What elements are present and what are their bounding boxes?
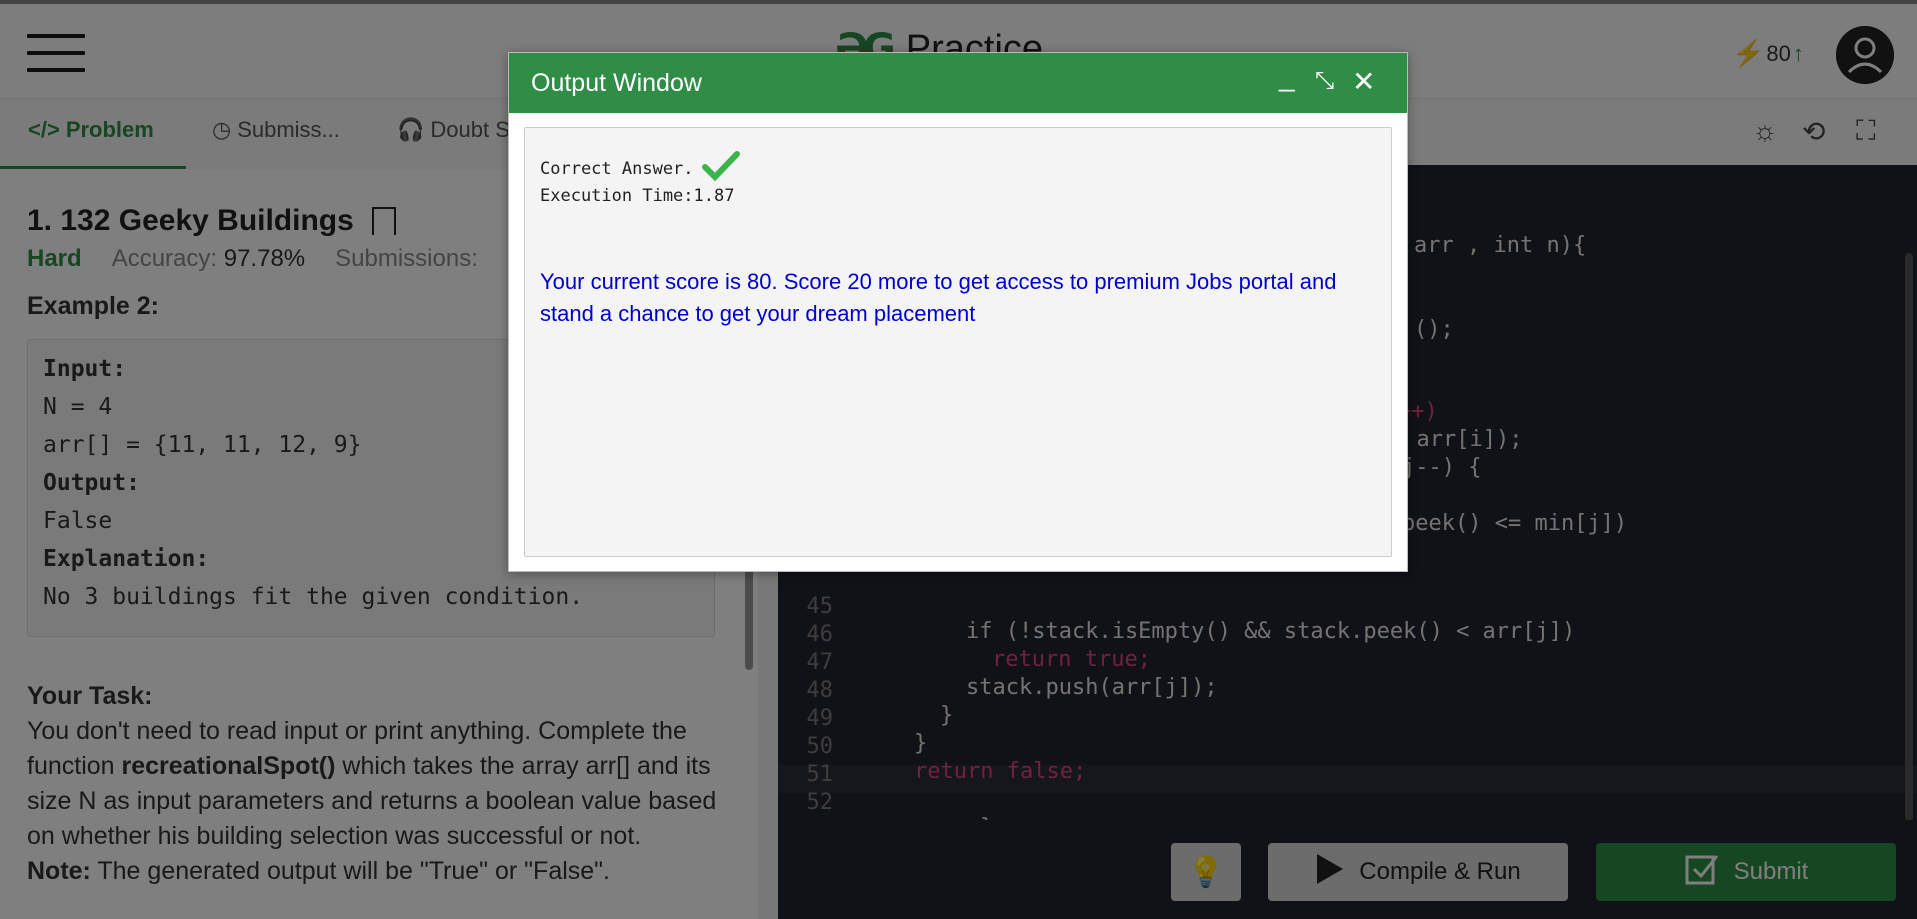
result-text: Correct Answer.	[540, 158, 694, 179]
output-window-body: Correct Answer. Execution Time:1.87 Your…	[524, 127, 1392, 557]
output-window: Output Window _ ⤡ ✕ Correct Answer. Exec…	[508, 52, 1408, 572]
output-window-title: Output Window	[531, 69, 702, 97]
collapse-icon[interactable]: ⤡	[1315, 67, 1334, 95]
checkmark-icon	[701, 150, 740, 187]
close-icon[interactable]: ✕	[1352, 65, 1375, 98]
output-window-header[interactable]: Output Window _ ⤡ ✕	[509, 53, 1407, 113]
minimize-icon[interactable]: _	[1279, 61, 1295, 93]
execution-time: Execution Time:1.87	[540, 186, 735, 206]
premium-message: Your current score is 80. Score 20 more …	[540, 269, 1337, 326]
result-line: Correct Answer.	[540, 150, 740, 187]
